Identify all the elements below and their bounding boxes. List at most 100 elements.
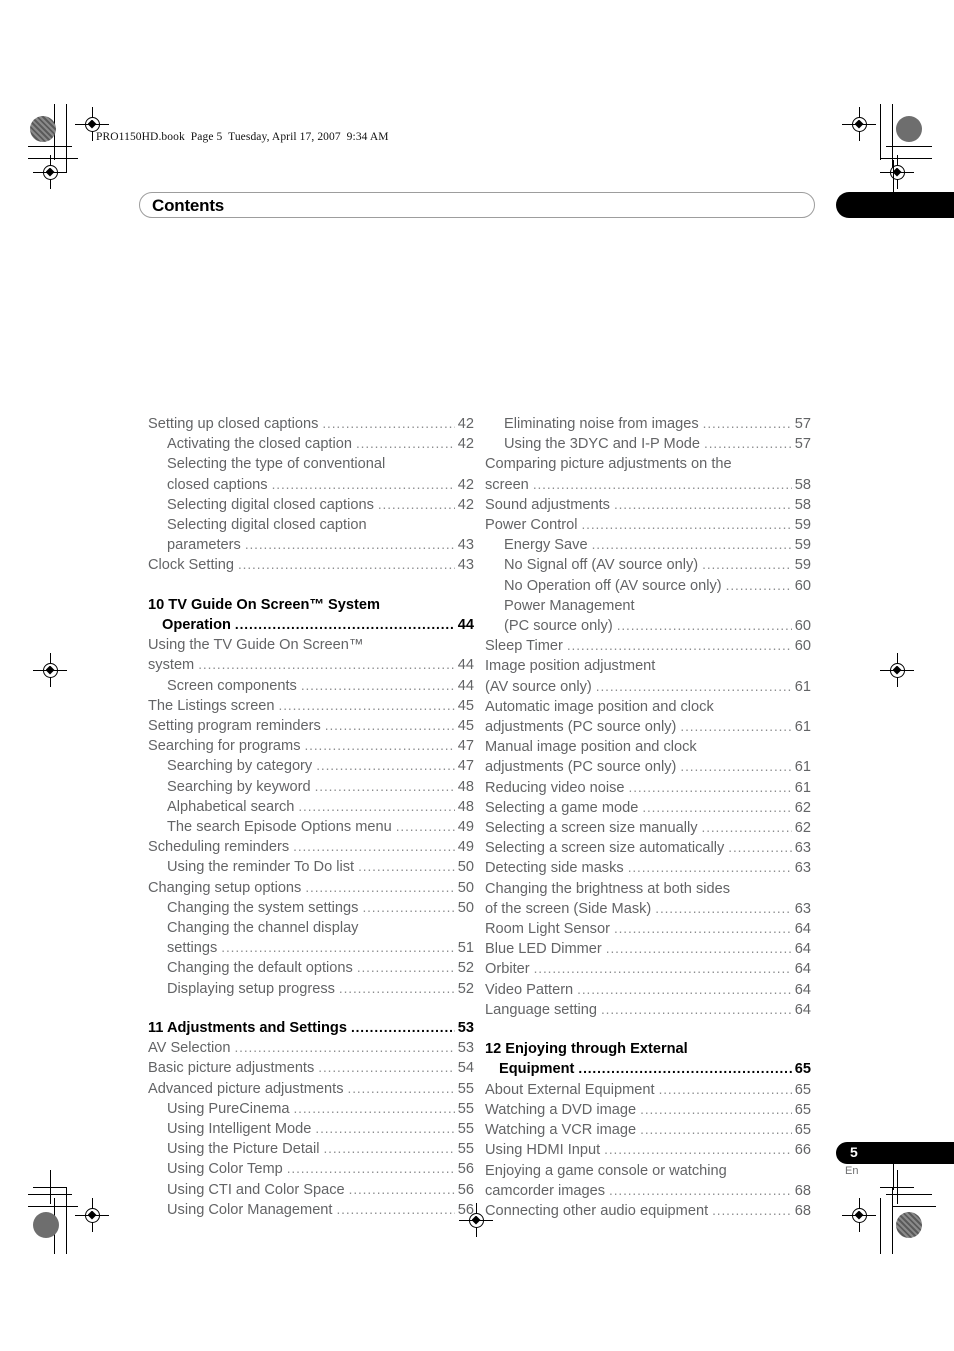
toc-entry[interactable]: Using the reminder To Do list...........… (167, 857, 474, 877)
toc-entry[interactable]: Detecting side masks....................… (485, 858, 811, 878)
toc-entry[interactable]: Changing the brightness at both sides...… (485, 879, 811, 899)
toc-entry[interactable]: Image position adjustment...............… (485, 656, 811, 676)
toc-entry[interactable]: Watching a VCR image....................… (485, 1120, 811, 1140)
toc-entry[interactable]: Searching by keyword....................… (167, 777, 474, 797)
toc-page-number: 55 (457, 1100, 474, 1117)
toc-entry[interactable]: The search Episode Options menu.........… (167, 817, 474, 837)
toc-section-heading[interactable]: 11 Adjustments and Settings.............… (148, 1018, 474, 1038)
print-color-dot (30, 116, 56, 142)
toc-entry[interactable]: Screen components.......................… (167, 676, 474, 696)
toc-entry[interactable]: Selecting a screen size automatically...… (485, 838, 811, 858)
toc-page-number: 56 (457, 1201, 474, 1218)
toc-section-heading[interactable]: 12 Enjoying through External............… (485, 1039, 811, 1059)
toc-entry-label: Searching for programs (148, 738, 301, 755)
toc-entry-label: Setting program reminders (148, 718, 321, 735)
toc-entry[interactable]: Language setting........................… (485, 1000, 811, 1020)
toc-entry-label: Watching a DVD image (485, 1101, 637, 1118)
toc-entry[interactable]: Searching by category...................… (167, 756, 474, 776)
toc-entry[interactable]: Using the TV Guide On Screen™...........… (148, 635, 474, 655)
toc-entry[interactable]: Sound adjustments.......................… (485, 495, 811, 515)
toc-section-heading[interactable]: Operation...............................… (162, 615, 474, 635)
toc-entry[interactable]: Using the Picture Detail................… (167, 1139, 474, 1159)
toc-leader-dots: ........................................… (305, 879, 455, 895)
toc-entry[interactable]: Using HDMI Input........................… (485, 1140, 811, 1160)
toc-entry[interactable]: of the screen (Side Mask)...............… (485, 899, 811, 919)
toc-entry-label: Alphabetical search (167, 798, 295, 815)
toc-entry[interactable]: Changing the default options............… (167, 958, 474, 978)
toc-entry[interactable]: Displaying setup progress...............… (167, 979, 474, 999)
toc-leader-dots: ........................................… (322, 416, 454, 431)
toc-entry[interactable]: Power Management........................… (504, 596, 811, 616)
toc-entry[interactable]: Using Color Temp........................… (167, 1159, 474, 1179)
toc-page-number: 58 (794, 496, 811, 513)
toc-entry[interactable]: Orbiter.................................… (485, 959, 811, 979)
toc-entry[interactable]: Changing the system settings............… (167, 898, 474, 918)
toc-entry[interactable]: Enjoying a game console or watching.....… (485, 1161, 811, 1181)
toc-entry[interactable]: Sleep Timer.............................… (485, 636, 811, 656)
toc-entry-label: camcorder images (485, 1182, 606, 1199)
toc-entry[interactable]: Using the 3DYC and I-P Mode.............… (504, 434, 811, 454)
toc-entry[interactable]: Changing the channel display............… (167, 918, 474, 938)
toc-section-heading[interactable]: Equipment...............................… (499, 1059, 811, 1079)
toc-entry[interactable]: Selecting a game mode...................… (485, 798, 811, 818)
toc-entry[interactable]: Comparing picture adjustments on the....… (485, 454, 811, 474)
toc-entry[interactable]: adjustments (PC source only)............… (485, 717, 811, 737)
toc-page-number: 42 (457, 436, 474, 453)
toc-entry[interactable]: adjustments (PC source only)............… (485, 757, 811, 777)
toc-entry-label: Power Control (485, 517, 578, 534)
toc-entry[interactable]: camcorder images........................… (485, 1181, 811, 1201)
toc-entry[interactable]: Alphabetical search.....................… (167, 797, 474, 817)
toc-page-number: 64 (794, 921, 811, 938)
toc-entry[interactable]: Connecting other audio equipment........… (485, 1201, 811, 1221)
toc-entry-label: Selecting a game mode (485, 799, 639, 816)
toc-entry[interactable]: Setting program reminders...............… (148, 716, 474, 736)
toc-entry[interactable]: Manual image position and clock.........… (485, 737, 811, 757)
toc-entry[interactable]: The Listings screen.....................… (148, 696, 474, 716)
toc-section-heading[interactable]: 10 TV Guide On Screen™ System...........… (148, 595, 474, 615)
toc-entry[interactable]: (PC source only)........................… (504, 616, 811, 636)
toc-entry[interactable]: No Operation off (AV source only).......… (504, 576, 811, 596)
toc-entry[interactable]: Watching a DVD image....................… (485, 1100, 811, 1120)
toc-entry[interactable]: Selecting digital closed caption........… (167, 515, 474, 535)
toc-entry[interactable]: closed captions.........................… (167, 475, 474, 495)
toc-entry[interactable]: AV Selection............................… (148, 1038, 474, 1058)
toc-entry[interactable]: Changing setup options..................… (148, 878, 474, 898)
toc-entry[interactable]: Energy Save.............................… (504, 535, 811, 555)
toc-entry[interactable]: Scheduling reminders....................… (148, 837, 474, 857)
toc-leader-dots: ........................................… (605, 941, 792, 957)
registration-mark (33, 155, 67, 189)
toc-entry[interactable]: Setting up closed captions..............… (148, 414, 474, 434)
toc-page-number: 68 (794, 1202, 811, 1219)
toc-entry[interactable]: About External Equipment................… (485, 1080, 811, 1100)
toc-leader-dots: ........................................… (613, 496, 792, 512)
toc-entry[interactable]: Selecting the type of conventional......… (167, 454, 474, 474)
toc-entry[interactable]: Video Pattern...........................… (485, 980, 811, 1000)
toc-entry[interactable]: Using PureCinema........................… (167, 1099, 474, 1119)
toc-entry-label: Screen components (167, 677, 297, 694)
toc-entry[interactable]: Power Control...........................… (485, 515, 811, 535)
toc-page-number: 47 (457, 738, 474, 755)
toc-entry[interactable]: screen..................................… (485, 475, 811, 495)
toc-entry[interactable]: Selecting digital closed captions.......… (167, 495, 474, 515)
toc-entry[interactable]: Advanced picture adjustments............… (148, 1079, 474, 1099)
toc-entry[interactable]: Using Color Management..................… (167, 1200, 474, 1220)
toc-entry[interactable]: system..................................… (148, 655, 474, 675)
toc-entry[interactable]: Clock Setting...........................… (148, 555, 474, 575)
toc-entry[interactable]: Activating the closed caption...........… (167, 434, 474, 454)
toc-entry[interactable]: Room Light Sensor.......................… (485, 919, 811, 939)
toc-entry[interactable]: Using CTI and Color Space...............… (167, 1180, 474, 1200)
registration-mark (880, 1170, 914, 1204)
toc-entry[interactable]: Eliminating noise from images...........… (504, 414, 811, 434)
toc-page-number: 42 (457, 496, 474, 513)
toc-entry[interactable]: (AV source only)........................… (485, 677, 811, 697)
toc-entry[interactable]: Blue LED Dimmer.........................… (485, 939, 811, 959)
toc-entry[interactable]: Selecting a screen size manually........… (485, 818, 811, 838)
toc-entry[interactable]: Basic picture adjustments...............… (148, 1058, 474, 1078)
toc-entry[interactable]: No Signal off (AV source only)..........… (504, 555, 811, 575)
toc-entry[interactable]: Using Intelligent Mode..................… (167, 1119, 474, 1139)
toc-entry[interactable]: settings................................… (167, 938, 474, 958)
toc-entry[interactable]: Reducing video noise....................… (485, 778, 811, 798)
toc-entry[interactable]: Searching for programs..................… (148, 736, 474, 756)
toc-entry[interactable]: Automatic image position and clock......… (485, 697, 811, 717)
toc-entry[interactable]: parameters..............................… (167, 535, 474, 555)
